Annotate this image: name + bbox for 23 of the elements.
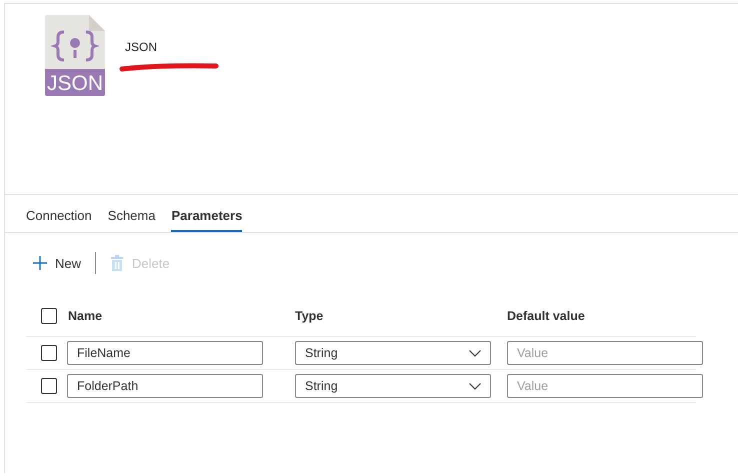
type-dropdown[interactable]: String — [295, 374, 491, 398]
tab[interactable]: Connection — [26, 208, 92, 232]
column-header: Default value — [507, 309, 586, 323]
column-header: Name — [68, 309, 104, 323]
default-value-input[interactable]: Value — [507, 341, 703, 365]
trash-icon — [110, 255, 124, 271]
name-input[interactable]: FileName — [67, 341, 263, 365]
dataset-type: JSON — [125, 40, 158, 54]
type-dropdown[interactable]: String — [295, 341, 491, 365]
tab[interactable]: Parameters — [171, 208, 242, 232]
file-type-label: JSON — [46, 71, 104, 96]
default-value-input[interactable]: Value — [507, 374, 703, 398]
tab[interactable]: Schema — [108, 208, 156, 232]
json-file-icon — [45, 15, 105, 96]
name-input[interactable]: FolderPath — [67, 374, 263, 398]
row-checkbox[interactable] — [41, 345, 57, 361]
column-header: Type — [295, 309, 324, 323]
select-all-checkbox[interactable] — [41, 308, 57, 324]
chevron-down-icon — [469, 382, 481, 390]
plus-icon — [33, 256, 47, 270]
new-button[interactable]: New — [33, 256, 82, 270]
chevron-down-icon — [469, 350, 481, 356]
row-checkbox[interactable] — [41, 378, 57, 394]
